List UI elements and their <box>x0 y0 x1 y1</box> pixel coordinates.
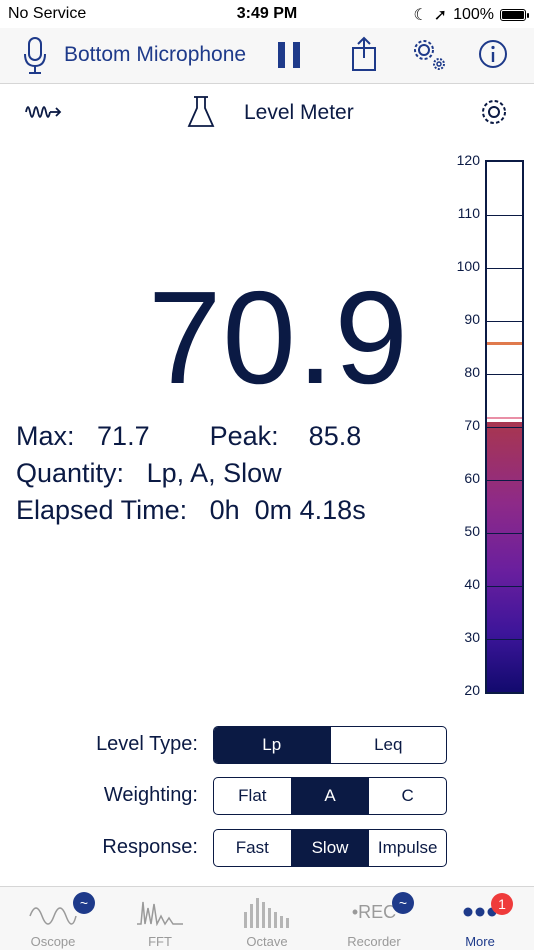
meter-gridline <box>487 268 522 269</box>
response-option-impulse[interactable]: Impulse <box>368 830 446 866</box>
elapsed-row: Elapsed Time: 0h 0m 4.18s <box>16 495 366 526</box>
tab-octave[interactable]: Octave <box>214 887 320 950</box>
quantity-row: Quantity: Lp, A, Slow <box>16 458 282 489</box>
meter-fill <box>487 422 522 692</box>
meter-tick-label: 100 <box>456 258 480 274</box>
meter-tick-label: 120 <box>456 152 480 168</box>
level-type-label: Level Type: <box>96 733 198 755</box>
pause-button[interactable] <box>278 42 300 68</box>
quantity-label: Quantity: <box>16 458 125 488</box>
moon-icon: ☾ <box>413 7 428 24</box>
weighting-row: Weighting: Flat A C <box>0 777 534 815</box>
level-type-row: Level Type: Lp Leq <box>0 726 534 764</box>
share-icon[interactable] <box>350 36 378 77</box>
max-label: Max: <box>16 421 75 451</box>
meter-tick-label: 80 <box>464 364 480 380</box>
meter-tick-label: 30 <box>464 629 480 645</box>
microphone-icon[interactable] <box>22 36 48 81</box>
meter-tick-label: 50 <box>464 523 480 539</box>
mode-header: Level Meter <box>0 84 534 140</box>
weighting-label: Weighting: <box>103 784 198 806</box>
response-segmented-control: Fast Slow Impulse <box>213 829 447 867</box>
meter-peak-marker <box>487 342 522 346</box>
meter-gridline <box>487 533 522 534</box>
meter-gridline <box>487 480 522 481</box>
meter-max-marker <box>487 416 522 419</box>
mode-title: Level Meter <box>244 101 354 124</box>
response-row: Response: Fast Slow Impulse <box>0 829 534 867</box>
max-peak-row: Max: 71.7 Peak: 85.8 <box>16 421 361 452</box>
location-arrow-icon: ➚ <box>433 7 448 24</box>
level-type-segmented-control: Lp Leq <box>213 726 447 764</box>
toolbar: Bottom Microphone <box>0 28 534 84</box>
tab-label: Recorder <box>347 934 401 949</box>
input-selector-button[interactable]: Bottom Microphone <box>64 43 246 67</box>
meter-gridline <box>487 427 522 428</box>
info-icon[interactable] <box>477 38 509 75</box>
meter-tick-label: 110 <box>457 205 480 221</box>
settings-gear-icon[interactable] <box>408 34 448 79</box>
weighting-segmented-control: Flat A C <box>213 777 447 815</box>
weighting-option-flat[interactable]: Flat <box>214 778 291 814</box>
meter-gridline <box>487 374 522 375</box>
response-option-fast[interactable]: Fast <box>214 830 291 866</box>
oscope-badge: ~ <box>73 892 95 914</box>
meter-tick-label: 90 <box>464 311 480 327</box>
meter-tick-label: 40 <box>464 576 480 592</box>
level-type-option-lp[interactable]: Lp <box>214 727 330 763</box>
elapsed-value: 0h 0m 4.18s <box>209 495 366 525</box>
octave-icon <box>214 895 320 929</box>
meter-gridline <box>487 215 522 216</box>
tab-label: Octave <box>246 934 288 949</box>
more-notification-badge: 1 <box>491 893 513 915</box>
meter-tick-label: 60 <box>464 470 480 486</box>
status-bar: No Service 3:49 PM ☾ ➚ 100% <box>0 0 534 28</box>
meter-tick-label: 20 <box>464 682 480 698</box>
meter-gridline <box>487 586 522 587</box>
tab-recorder[interactable]: •REC ~ Recorder <box>321 887 427 950</box>
peak-value: 85.8 <box>308 421 362 451</box>
battery-percent: 100% <box>453 6 494 23</box>
response-label: Response: <box>102 836 198 858</box>
level-meter-bar <box>485 160 524 694</box>
weighting-option-a[interactable]: A <box>290 778 369 814</box>
peak-label: Peak: <box>209 421 279 451</box>
rec-icon-text: •REC <box>351 901 397 922</box>
tab-label: Oscope <box>30 934 76 949</box>
battery-icon <box>500 9 529 21</box>
tab-more[interactable]: 1 More <box>427 887 533 950</box>
tab-oscope[interactable]: ~ Oscope <box>0 887 106 950</box>
response-option-slow[interactable]: Slow <box>290 830 369 866</box>
current-level-value: 70.9 <box>148 264 409 411</box>
weighting-option-c[interactable]: C <box>368 778 446 814</box>
status-right: ☾ ➚ 100% <box>413 5 529 25</box>
fft-icon <box>107 895 213 929</box>
tab-fft[interactable]: FFT <box>107 887 213 950</box>
tab-bar: ~ Oscope FFT Octave •REC ~ Recorder 1 Mo… <box>0 886 534 950</box>
meter-tick-label: 70 <box>464 417 480 433</box>
signal-generator-icon[interactable] <box>24 100 64 129</box>
meter-gridline <box>487 321 522 322</box>
meter-gridline <box>487 639 522 640</box>
max-value: 71.7 <box>97 421 150 451</box>
recorder-badge: ~ <box>392 892 414 914</box>
meter-scale: 120 110 100 90 80 70 60 50 40 30 20 <box>440 150 484 710</box>
elapsed-label: Elapsed Time: <box>16 495 188 525</box>
meter-settings-gear-icon[interactable] <box>478 96 510 133</box>
level-type-option-leq[interactable]: Leq <box>329 727 447 763</box>
tab-label: FFT <box>148 934 172 949</box>
quantity-value: Lp, A, Slow <box>146 458 282 488</box>
flask-icon[interactable] <box>186 95 216 134</box>
more-icon <box>427 895 533 929</box>
tab-label: More <box>465 934 495 949</box>
